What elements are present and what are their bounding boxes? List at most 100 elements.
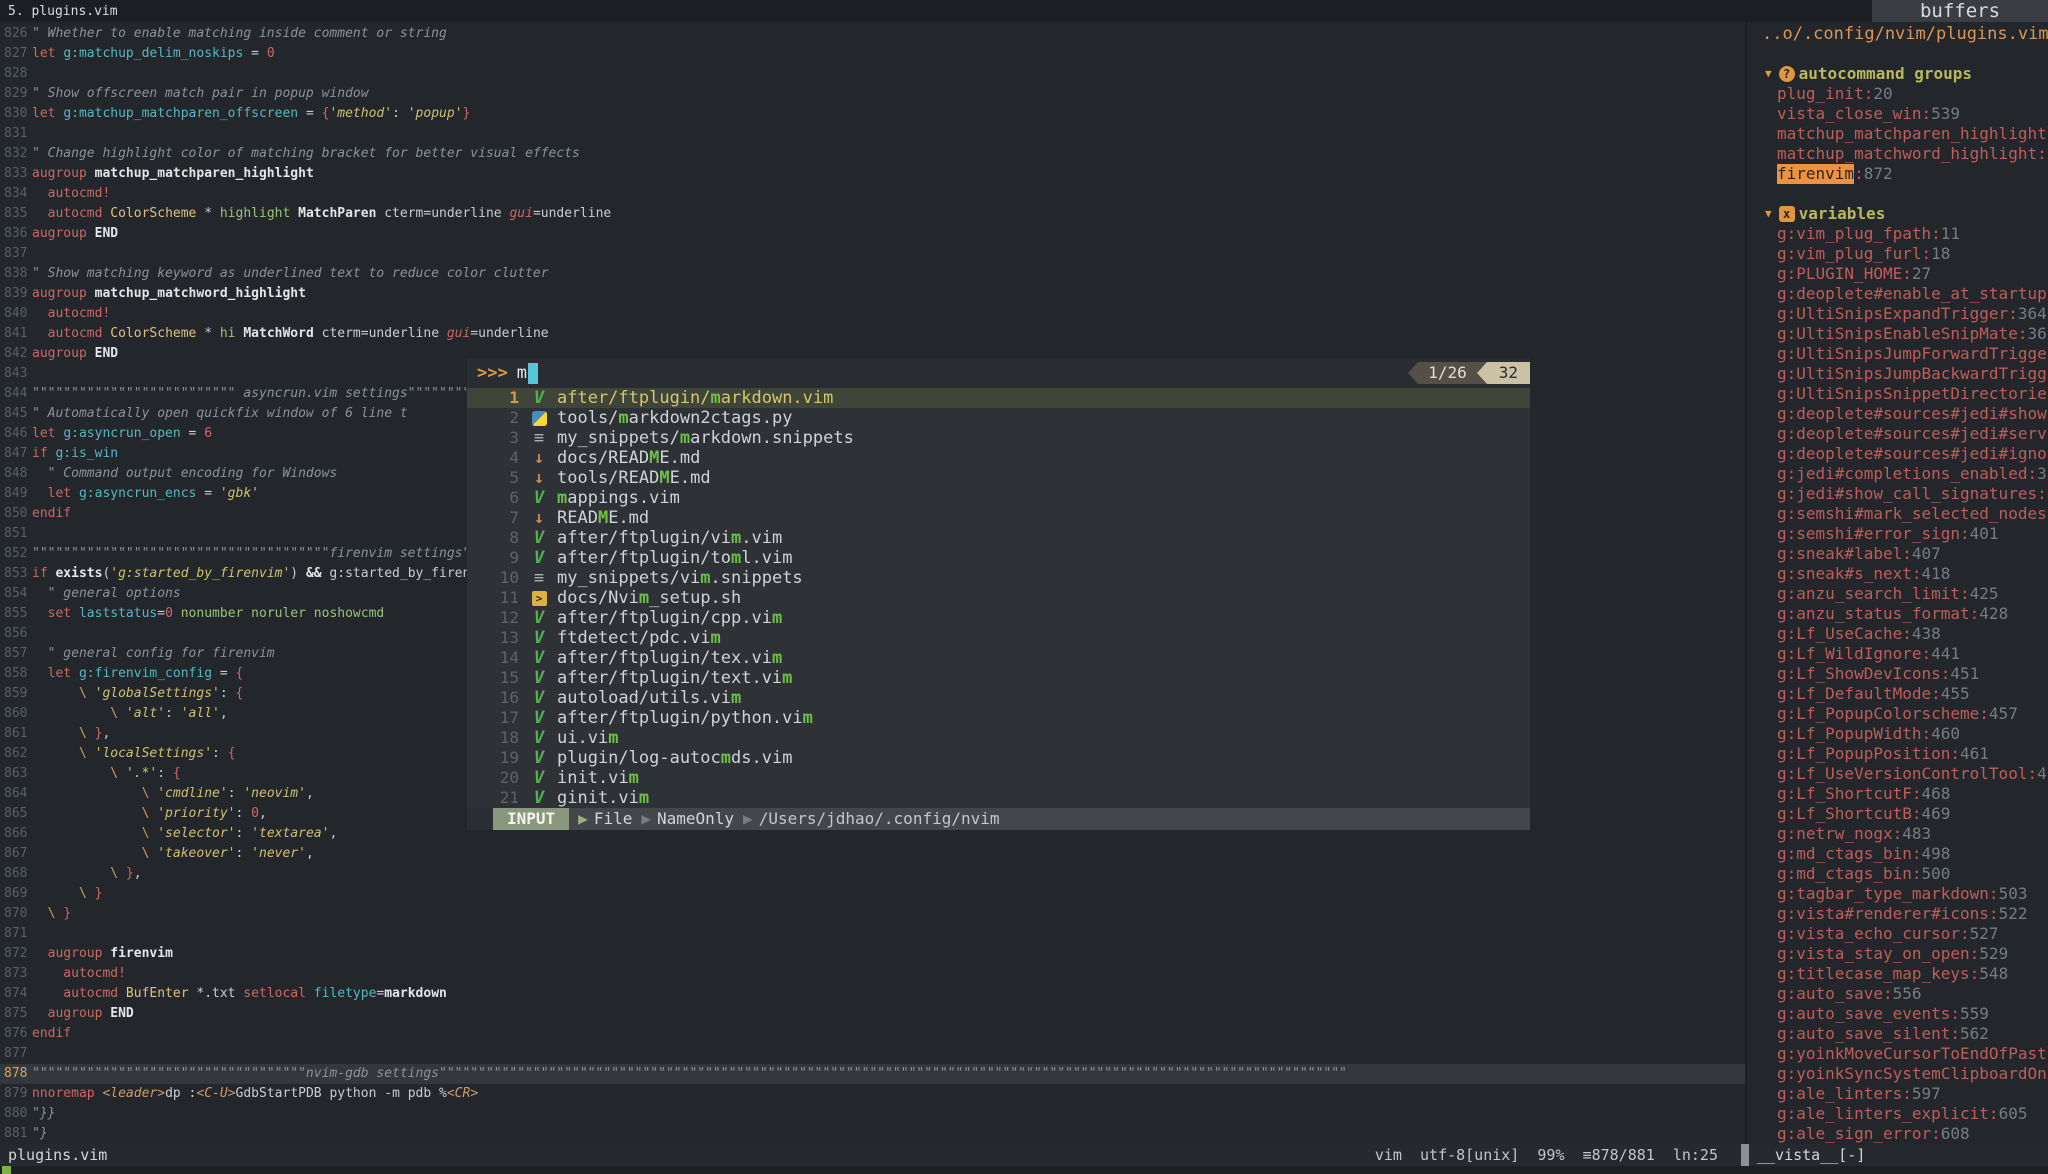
sidebar-item[interactable]: firenvim:872 bbox=[1747, 164, 2048, 184]
code-line[interactable]: 871 bbox=[0, 924, 1745, 944]
code-line[interactable]: 876endif bbox=[0, 1024, 1745, 1044]
code-line[interactable]: 837 bbox=[0, 244, 1745, 264]
file-item[interactable]: 19Vplugin/log-autocmds.vim bbox=[467, 748, 1530, 768]
sidebar-item[interactable]: g:netrw_nogx:483 bbox=[1747, 824, 2048, 844]
sidebar-item[interactable]: g:semshi#mark_selected_nodes bbox=[1747, 504, 2048, 524]
sidebar-item[interactable]: g:Lf_ShortcutF:468 bbox=[1747, 784, 2048, 804]
sidebar-item[interactable]: g:Lf_ShowDevIcons:451 bbox=[1747, 664, 2048, 684]
sidebar-item[interactable]: g:Lf_PopupWidth:460 bbox=[1747, 724, 2048, 744]
sidebar-item[interactable]: g:UltiSnipsSnippetDirectorie bbox=[1747, 384, 2048, 404]
sidebar-item[interactable]: g:tagbar_type_markdown:503 bbox=[1747, 884, 2048, 904]
code-line[interactable]: 874 autocmd BufEnter *.txt setlocal file… bbox=[0, 984, 1745, 1004]
file-item[interactable]: 7↓README.md bbox=[467, 508, 1530, 528]
code-line[interactable]: 872 augroup firenvim bbox=[0, 944, 1745, 964]
sidebar-item[interactable]: g:sneak#label:407 bbox=[1747, 544, 2048, 564]
code-line[interactable]: 877 bbox=[0, 1044, 1745, 1064]
file-item[interactable]: 8Vafter/ftplugin/vim.vim bbox=[467, 528, 1530, 548]
file-item[interactable]: 3≡my_snippets/markdown.snippets bbox=[467, 428, 1530, 448]
sidebar-item[interactable]: g:Lf_ShortcutB:469 bbox=[1747, 804, 2048, 824]
code-line[interactable]: 880"}} bbox=[0, 1104, 1745, 1124]
sidebar-item[interactable]: g:PLUGIN_HOME:27 bbox=[1747, 264, 2048, 284]
sidebar-item[interactable]: g:semshi#error_sign:401 bbox=[1747, 524, 2048, 544]
code-line[interactable]: 831 bbox=[0, 124, 1745, 144]
file-item[interactable]: 18Vui.vim bbox=[467, 728, 1530, 748]
code-line[interactable]: 834 autocmd! bbox=[0, 184, 1745, 204]
code-line[interactable]: 839augroup matchup_matchword_highlight bbox=[0, 284, 1745, 304]
file-item[interactable]: 20Vinit.vim bbox=[467, 768, 1530, 788]
file-item[interactable]: 17Vafter/ftplugin/python.vim bbox=[467, 708, 1530, 728]
sidebar-item[interactable]: g:ale_linters:597 bbox=[1747, 1084, 2048, 1104]
sidebar-item[interactable]: g:yoinkMoveCursorToEndOfPast bbox=[1747, 1044, 2048, 1064]
file-item[interactable]: 2tools/markdown2ctags.py bbox=[467, 408, 1530, 428]
sidebar-item[interactable]: plug_init:20 bbox=[1747, 84, 2048, 104]
sidebar-item[interactable]: g:Lf_DefaultMode:455 bbox=[1747, 684, 2048, 704]
sidebar-item[interactable]: g:Lf_PopupPosition:461 bbox=[1747, 744, 2048, 764]
code-line[interactable]: 830let g:matchup_matchparen_offscreen = … bbox=[0, 104, 1745, 124]
file-item[interactable]: 15Vafter/ftplugin/text.vim bbox=[467, 668, 1530, 688]
sidebar-item[interactable]: g:Lf_UseVersionControlTool:4 bbox=[1747, 764, 2048, 784]
sidebar-item[interactable]: g:auto_save:556 bbox=[1747, 984, 2048, 1004]
sidebar-item[interactable]: g:vista_stay_on_open:529 bbox=[1747, 944, 2048, 964]
file-item[interactable]: 9Vafter/ftplugin/toml.vim bbox=[467, 548, 1530, 568]
sidebar-item[interactable]: g:md_ctags_bin:500 bbox=[1747, 864, 2048, 884]
search-input[interactable]: m bbox=[517, 363, 527, 383]
code-line[interactable]: 828 bbox=[0, 64, 1745, 84]
code-line[interactable]: 826" Whether to enable matching inside c… bbox=[0, 24, 1745, 44]
sidebar-item[interactable]: g:deoplete#sources#jedi#serv bbox=[1747, 424, 2048, 444]
file-item[interactable]: 21Vginit.vim bbox=[467, 788, 1530, 808]
file-item[interactable]: 10≡my_snippets/vim.snippets bbox=[467, 568, 1530, 588]
code-line[interactable]: 881"} bbox=[0, 1124, 1745, 1144]
sidebar-item[interactable]: vista_close_win:539 bbox=[1747, 104, 2048, 124]
sidebar-item[interactable]: g:jedi#completions_enabled:3 bbox=[1747, 464, 2048, 484]
code-line[interactable]: 838" Show matching keyword as underlined… bbox=[0, 264, 1745, 284]
file-item[interactable]: 11>docs/Nvim_setup.sh bbox=[467, 588, 1530, 608]
sidebar-item[interactable]: g:deoplete#enable_at_startup bbox=[1747, 284, 2048, 304]
sidebar-item[interactable]: g:UltiSnipsEnableSnipMate:36 bbox=[1747, 324, 2048, 344]
sidebar-item[interactable]: g:vista#renderer#icons:522 bbox=[1747, 904, 2048, 924]
sidebar-item[interactable]: g:ale_sign_error:608 bbox=[1747, 1124, 2048, 1144]
sidebar-item[interactable]: g:vim_plug_furl:18 bbox=[1747, 244, 2048, 264]
sidebar-item[interactable]: g:vim_plug_fpath:11 bbox=[1747, 224, 2048, 244]
code-line[interactable]: 833augroup matchup_matchparen_highlight bbox=[0, 164, 1745, 184]
code-line[interactable]: 835 autocmd ColorScheme * highlight Matc… bbox=[0, 204, 1745, 224]
sidebar-item[interactable]: g:md_ctags_bin:498 bbox=[1747, 844, 2048, 864]
tab-current-buffer[interactable]: 5. plugins.vim bbox=[0, 4, 118, 19]
sidebar-item[interactable]: g:deoplete#sources#jedi#igno bbox=[1747, 444, 2048, 464]
code-line[interactable]: 869 \ } bbox=[0, 884, 1745, 904]
sidebar-item[interactable]: g:anzu_search_limit:425 bbox=[1747, 584, 2048, 604]
code-line[interactable]: 836augroup END bbox=[0, 224, 1745, 244]
tab-buffers[interactable]: buffers bbox=[1872, 0, 2048, 22]
file-item[interactable]: 4↓docs/README.md bbox=[467, 448, 1530, 468]
sidebar-item[interactable]: g:sneak#s_next:418 bbox=[1747, 564, 2048, 584]
code-line[interactable]: 878"""""""""""""""""""""""""""""""""""nv… bbox=[0, 1064, 1745, 1084]
file-item[interactable]: 12Vafter/ftplugin/cpp.vim bbox=[467, 608, 1530, 628]
code-line[interactable]: 868 \ }, bbox=[0, 864, 1745, 884]
sidebar-item[interactable]: g:UltiSnipsJumpBackwardTrigg bbox=[1747, 364, 2048, 384]
sidebar-item[interactable]: g:auto_save_events:559 bbox=[1747, 1004, 2048, 1024]
code-line[interactable]: 873 autocmd! bbox=[0, 964, 1745, 984]
code-line[interactable]: 832" Change highlight color of matching … bbox=[0, 144, 1745, 164]
sidebar-item[interactable]: g:Lf_PopupColorscheme:457 bbox=[1747, 704, 2048, 724]
sidebar-item[interactable]: g:titlecase_map_keys:548 bbox=[1747, 964, 2048, 984]
file-item[interactable]: 1Vafter/ftplugin/markdown.vim bbox=[467, 388, 1530, 408]
sidebar-item[interactable]: g:ale_linters_explicit:605 bbox=[1747, 1104, 2048, 1124]
sidebar-item[interactable]: g:jedi#show_call_signatures: bbox=[1747, 484, 2048, 504]
code-line[interactable]: 829" Show offscreen match pair in popup … bbox=[0, 84, 1745, 104]
sidebar-item[interactable]: g:UltiSnipsExpandTrigger:364 bbox=[1747, 304, 2048, 324]
code-line[interactable]: 875 augroup END bbox=[0, 1004, 1745, 1024]
sidebar-section-header[interactable]: ▼?autocommand groups bbox=[1747, 64, 2048, 84]
file-item[interactable]: 16Vautoload/utils.vim bbox=[467, 688, 1530, 708]
code-line[interactable]: 840 autocmd! bbox=[0, 304, 1745, 324]
collapse-arrow-icon[interactable]: ▼ bbox=[1765, 64, 1772, 84]
code-line[interactable]: 867 \ 'takeover': 'never', bbox=[0, 844, 1745, 864]
code-line[interactable]: 841 autocmd ColorScheme * hi MatchWord c… bbox=[0, 324, 1745, 344]
sidebar-item[interactable]: g:deoplete#sources#jedi#show bbox=[1747, 404, 2048, 424]
file-item[interactable]: 13Vftdetect/pdc.vim bbox=[467, 628, 1530, 648]
sidebar-item[interactable]: g:auto_save_silent:562 bbox=[1747, 1024, 2048, 1044]
file-item[interactable]: 6Vmappings.vim bbox=[467, 488, 1530, 508]
fuzzy-finder-prompt[interactable]: >>> m 1/26 32 bbox=[467, 358, 1530, 388]
sidebar-item[interactable]: g:UltiSnipsJumpForwardTrigge bbox=[1747, 344, 2048, 364]
sidebar-item[interactable]: g:Lf_UseCache:438 bbox=[1747, 624, 2048, 644]
sidebar-item[interactable]: matchup_matchword_highlight: bbox=[1747, 144, 2048, 164]
code-line[interactable]: 879nnoremap <leader>dp :<C-U>GdbStartPDB… bbox=[0, 1084, 1745, 1104]
